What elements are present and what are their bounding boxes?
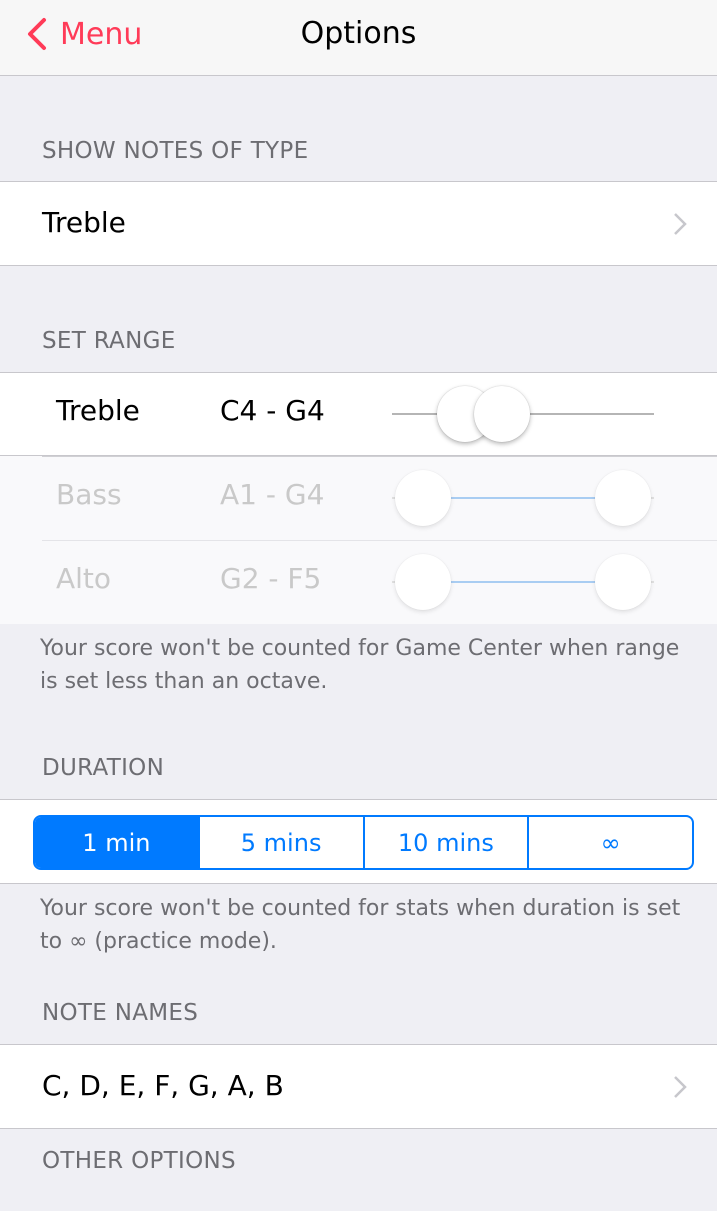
range-row-name: Alto [56,562,112,595]
slider-fill [423,497,623,499]
section-header-duration: DURATION [42,755,165,781]
section-header-other-options: OTHER OPTIONS [42,1148,236,1174]
range-row-value: C4 - G4 [220,394,325,427]
slider-high-thumb [594,554,651,610]
slider-high-thumb[interactable] [474,386,531,442]
chevron-right-icon [674,213,687,235]
note-names-value: C, D, E, F, G, A, B [42,1069,284,1102]
note-type-value: Treble [42,206,126,239]
duration-segment-10-mins[interactable]: 10 mins [362,817,528,868]
page-title: Options [300,16,417,51]
duration-footer-note: Your score won't be counted for stats wh… [40,896,681,954]
section-header-note-type: SHOW NOTES OF TYPE [42,138,309,164]
duration-segment-infinite[interactable]: ∞ [527,817,692,868]
note-type-cell[interactable]: Treble [0,181,717,266]
range-slider-treble[interactable] [392,372,654,456]
section-header-note-names: NOTE NAMES [42,1000,199,1026]
range-row-alto: Alto G2 - F5 [0,540,717,624]
slider-low-thumb [395,470,452,526]
slider-low-thumb [395,554,452,610]
duration-segment-1-min[interactable]: 1 min [35,817,198,868]
range-row-name: Bass [56,478,122,511]
range-slider-alto [392,540,654,624]
range-slider-bass [392,456,654,540]
slider-high-thumb [594,470,651,526]
chevron-right-icon [674,1076,687,1098]
range-row-value: A1 - G4 [220,478,325,511]
slider-fill [423,581,623,583]
duration-segment-5-mins[interactable]: 5 mins [197,817,363,868]
range-footer-note: Your score won't be counted for Game Cen… [40,636,680,694]
note-names-cell[interactable]: C, D, E, F, G, A, B [0,1044,717,1129]
range-row-value: G2 - F5 [220,562,322,595]
range-row-bass: Bass A1 - G4 [0,456,717,540]
navigation-bar: Menu Options [0,0,717,76]
section-header-set-range: SET RANGE [42,328,176,354]
range-row-name: Treble [56,394,140,427]
duration-segmented-control: 1 min 5 mins 10 mins ∞ [33,815,694,870]
range-row-treble: Treble C4 - G4 [0,372,717,456]
